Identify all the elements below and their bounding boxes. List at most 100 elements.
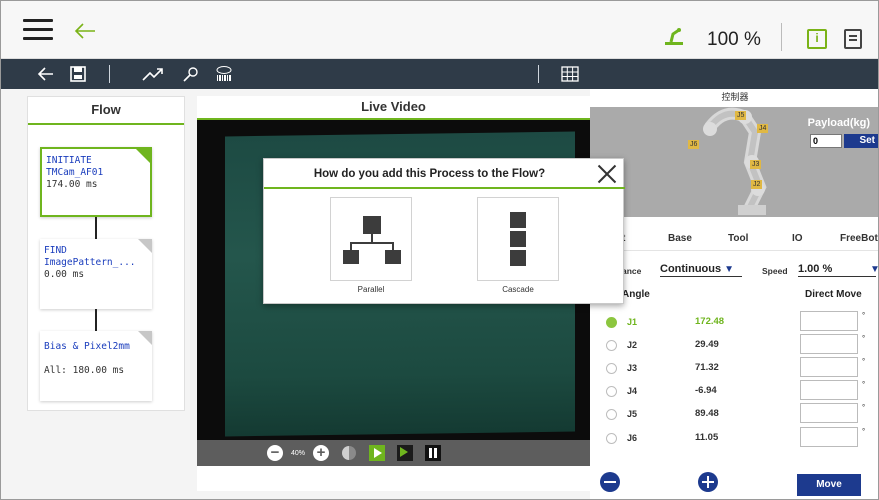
node-time: 174.00 ms [46, 179, 98, 190]
joint-name: J3 [627, 363, 638, 373]
joint-row: J4 -6.94 ° [590, 380, 878, 402]
joint-name: J4 [627, 386, 638, 396]
joint-value: 29.49 [695, 339, 719, 350]
joint-value: 89.48 [695, 408, 719, 419]
barcode-icon[interactable] [215, 65, 233, 83]
node-corner [138, 239, 152, 253]
zoom-out-icon[interactable]: − [267, 445, 283, 461]
joint-tag: J5 [735, 111, 747, 120]
direct-move-input[interactable] [800, 380, 858, 400]
payload-input[interactable]: 0 [810, 134, 842, 148]
speed-select[interactable]: 1.00 % [798, 263, 876, 277]
node-time: 0.00 ms [44, 269, 85, 280]
trend-icon[interactable] [141, 65, 165, 83]
robot-view: J1 J2 J3 J4 J5 J6 Payload(kg) 0 Set [590, 107, 878, 217]
play-icon[interactable] [369, 445, 385, 461]
jog-plus-button[interactable] [698, 472, 718, 492]
node-time: All: 180.00 ms [44, 365, 125, 376]
direct-move-header: Direct Move [805, 289, 862, 300]
distance-select[interactable]: Continuous ▼ [660, 263, 742, 277]
close-icon[interactable] [595, 162, 619, 186]
joint-tag: J6 [688, 140, 700, 149]
top-bar: 100 % i [1, 1, 878, 59]
info-icon[interactable]: i [807, 29, 827, 49]
degree-mark: ° [862, 427, 866, 436]
tab-freebot[interactable]: FreeBot [840, 233, 878, 244]
joint-value: 71.32 [695, 362, 719, 373]
flow-node[interactable]: Bias & Pixel2mm All: 180.00 ms [40, 331, 152, 401]
controller-title: 控制器 [721, 92, 749, 102]
direct-move-input[interactable] [800, 427, 858, 447]
joint-radio[interactable] [606, 409, 617, 420]
direct-move-input[interactable] [800, 357, 858, 377]
flow-connector [95, 217, 97, 239]
speed-label: Speed [762, 266, 788, 276]
divider [781, 23, 782, 51]
zoom-in-icon[interactable]: + [313, 445, 329, 461]
joint-radio[interactable] [606, 317, 617, 328]
joint-tag: J3 [750, 160, 762, 169]
coordinate-tabs: t Base Tool IO FreeBot [590, 227, 878, 251]
parallel-icon [343, 216, 401, 264]
joint-name: J5 [627, 409, 638, 419]
joint-radio[interactable] [606, 386, 617, 397]
direct-move-input[interactable] [800, 403, 858, 423]
node-corner [138, 331, 152, 345]
joint-value: 172.48 [695, 316, 725, 327]
flow-node[interactable]: FIND ImagePattern_... 0.00 ms [40, 239, 152, 309]
joint-row: J6 11.05 ° [590, 427, 878, 449]
cascade-option[interactable] [477, 197, 559, 281]
flow-connector [95, 309, 97, 331]
dialog-title: How do you add this Process to the Flow? [264, 159, 625, 189]
cascade-label: Cascade [502, 285, 534, 294]
payload-set-button[interactable]: Set [844, 134, 878, 148]
joint-radio[interactable] [606, 363, 617, 374]
joint-row: J3 71.32 ° [590, 357, 878, 379]
flow-node[interactable]: INITIATE TMCam_AF01 174.00 ms [40, 147, 152, 217]
joint-name: J6 [627, 433, 638, 443]
step-icon[interactable] [397, 445, 413, 461]
menu-icon[interactable] [23, 19, 53, 41]
degree-mark: ° [862, 334, 866, 343]
tab-io[interactable]: IO [792, 233, 803, 244]
parallel-option[interactable] [330, 197, 412, 281]
speed-percent: 100 % [707, 29, 761, 50]
back-arrow-icon[interactable] [73, 21, 97, 41]
zoom-level: 40% [291, 450, 306, 457]
move-button[interactable]: Move [797, 474, 861, 496]
node-name: FIND [44, 245, 67, 256]
find-icon[interactable] [181, 65, 201, 83]
pause-icon[interactable] [425, 445, 441, 461]
toolbar [1, 59, 878, 89]
direct-move-input[interactable] [800, 334, 858, 354]
direct-move-input[interactable] [800, 311, 858, 331]
joint-name: J1 [627, 317, 638, 327]
grid-icon[interactable] [561, 65, 579, 83]
joint-row: J2 29.49 ° [590, 334, 878, 356]
degree-mark: ° [862, 380, 866, 389]
tab-base[interactable]: Base [668, 233, 692, 244]
degree-mark: ° [862, 357, 866, 366]
distance-value: Continuous [660, 263, 722, 275]
degree-mark: ° [862, 403, 866, 412]
cascade-icon [510, 212, 526, 266]
node-corner [136, 149, 150, 163]
document-icon[interactable] [844, 29, 862, 49]
joint-radio[interactable] [606, 433, 617, 444]
node-name: ImagePattern_... [44, 257, 136, 268]
back-arrow-icon[interactable] [37, 65, 55, 83]
fit-icon[interactable] [341, 445, 357, 461]
joint-header: Angle Direct Move [590, 289, 878, 303]
angle-header: Angle [622, 289, 650, 300]
joint-value: 11.05 [695, 432, 719, 443]
tab-tool[interactable]: Tool [728, 233, 748, 244]
speed-value: 1.00 % [798, 263, 833, 275]
joint-name: J2 [627, 340, 638, 350]
joint-radio[interactable] [606, 340, 617, 351]
video-bottom-strip [197, 466, 590, 491]
jog-minus-button[interactable] [600, 472, 620, 492]
toolbar-divider [538, 65, 539, 83]
joint-tag: J2 [751, 180, 763, 189]
save-icon[interactable] [69, 65, 87, 83]
app-window: 100 % i Flow INITIATE TMCam_AF01 174.00 … [0, 0, 879, 500]
